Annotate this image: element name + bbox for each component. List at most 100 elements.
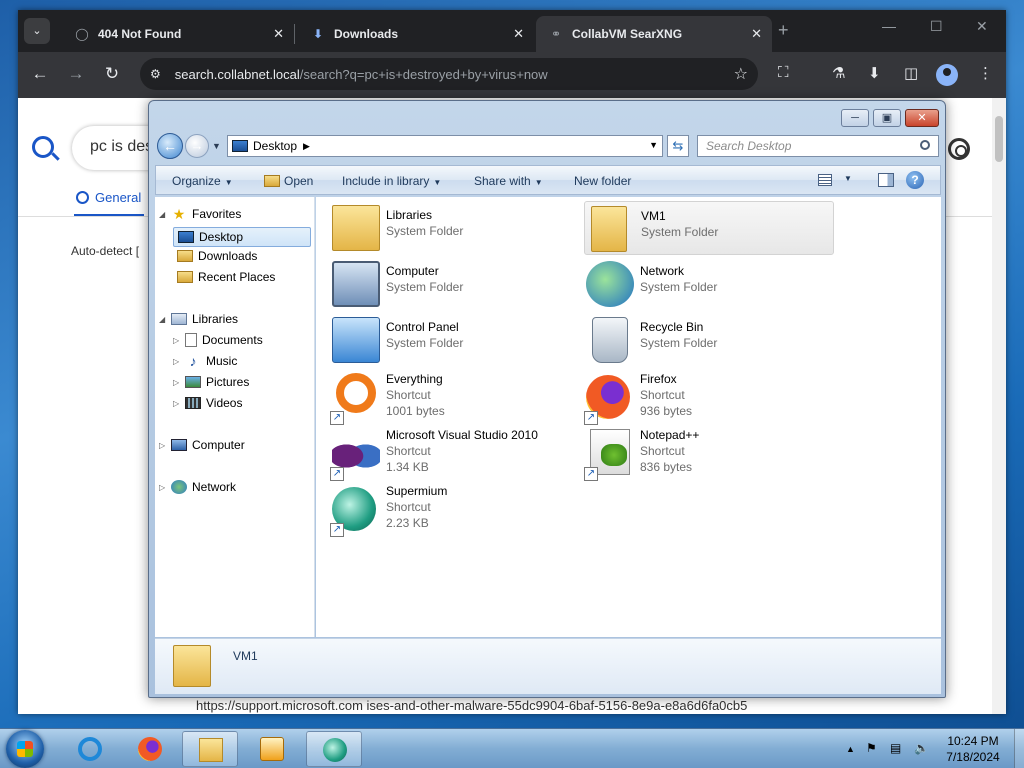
new-tab-icon[interactable]: + [778, 20, 789, 41]
tab-searxng[interactable]: ⚭ CollabVM SearXNG ✕ [536, 16, 772, 52]
back-arrow-icon[interactable]: ← [28, 64, 52, 84]
extensions-icon[interactable]: ⛶ [778, 64, 789, 81]
expand-arrow-icon[interactable]: ▷ [173, 378, 183, 387]
address-bar[interactable]: Desktop ▶ ▼ [227, 135, 663, 157]
scrollbar-thumb[interactable] [995, 116, 1003, 162]
nav-music[interactable]: ▷ ♪ Music [173, 354, 237, 368]
bookmark-star-icon[interactable]: ☆ [734, 64, 748, 84]
change-view-icon[interactable] [818, 174, 832, 186]
menu-kebab-icon[interactable]: ⋮ [978, 64, 993, 82]
nav-network[interactable]: ▷ Network [159, 480, 236, 494]
labs-flask-icon[interactable]: ⚗ [832, 64, 845, 82]
nav-videos[interactable]: ▷ Videos [173, 396, 242, 410]
result-url[interactable]: https://support.microsoft.com ises-and-o… [196, 698, 747, 713]
settings-gear-icon[interactable] [948, 138, 970, 160]
breadcrumb-arrow-icon[interactable]: ▶ [303, 141, 310, 152]
address-bar[interactable]: ⚙ search.collabnet.local /search?q=pc+is… [140, 58, 758, 90]
nav-favorites[interactable]: ◢ ★ Favorites [159, 207, 241, 221]
nav-libraries[interactable]: ◢ Libraries [159, 312, 238, 326]
search-icon[interactable] [32, 136, 54, 158]
nav-recent-places[interactable]: Recent Places [177, 270, 275, 284]
vertical-scrollbar[interactable] [992, 98, 1006, 714]
recent-pages-dropdown-icon[interactable]: ▼ [212, 141, 221, 151]
language-autodetect[interactable]: Auto-detect [ [71, 244, 139, 258]
expand-arrow-icon[interactable]: ▷ [173, 357, 183, 366]
item-control-panel[interactable]: Control Panel System Folder [330, 313, 580, 367]
show-hidden-icons-icon[interactable]: ▲ [846, 744, 855, 754]
side-panel-icon[interactable]: ◫ [904, 64, 918, 82]
expand-arrow-icon[interactable]: ▷ [173, 336, 183, 345]
item-everything[interactable]: ↗ Everything Shortcut 1001 bytes [330, 369, 580, 425]
forward-arrow-icon[interactable]: → [185, 134, 209, 158]
videos-icon [185, 397, 201, 409]
taskbar-media-player[interactable] [244, 731, 300, 767]
item-libraries[interactable]: Libraries System Folder [330, 201, 580, 255]
open-button[interactable]: Open [264, 174, 313, 188]
nav-pictures[interactable]: ▷ Pictures [173, 375, 249, 389]
start-button[interactable] [6, 730, 44, 768]
show-desktop-button[interactable] [1014, 729, 1024, 768]
address-dropdown-icon[interactable]: ▼ [649, 140, 658, 150]
expand-arrow-icon[interactable]: ▷ [159, 441, 169, 450]
help-icon[interactable]: ? [906, 171, 924, 189]
close-window-icon[interactable]: ✕ [976, 18, 988, 35]
tab-close-icon[interactable]: ✕ [273, 26, 284, 42]
network-tray-icon[interactable]: ▤ [890, 741, 901, 755]
taskbar-firefox[interactable] [122, 731, 178, 767]
tab-close-icon[interactable]: ✕ [751, 26, 762, 42]
nav-downloads[interactable]: Downloads [177, 249, 257, 263]
site-info-icon[interactable]: ⚙ [150, 67, 161, 81]
search-desktop-input[interactable]: Search Desktop [697, 135, 939, 157]
taskbar-internet-explorer[interactable] [62, 731, 118, 767]
downloads-icon[interactable]: ⬇ [868, 64, 881, 82]
back-arrow-icon[interactable]: ← [157, 133, 183, 159]
expand-arrow-icon[interactable]: ▷ [173, 399, 183, 408]
taskbar-explorer[interactable] [182, 731, 238, 767]
expand-arrow-icon[interactable]: ◢ [159, 210, 169, 219]
minimize-icon[interactable]: — [882, 18, 896, 34]
maximize-icon[interactable]: ☐ [930, 18, 943, 35]
item-network[interactable]: Network System Folder [584, 257, 834, 311]
nav-label: Network [192, 480, 237, 494]
item-vm1[interactable]: VM1 System Folder [584, 201, 834, 255]
organize-button[interactable]: Organize ▼ [172, 174, 233, 188]
forward-arrow-icon[interactable]: → [64, 64, 88, 84]
action-center-flag-icon[interactable]: ⚑ [866, 741, 877, 755]
reload-icon[interactable]: ↻ [100, 64, 124, 84]
tab-search-chevron-icon[interactable]: ⌄ [24, 18, 50, 44]
close-icon[interactable]: ✕ [905, 109, 939, 127]
computer-icon [171, 439, 187, 451]
item-firefox[interactable]: ↗ Firefox Shortcut 936 bytes [584, 369, 834, 425]
item-type: System Folder [386, 280, 464, 294]
share-with-button[interactable]: Share with ▼ [474, 174, 543, 188]
minimize-icon[interactable]: ─ [841, 109, 869, 127]
new-folder-button[interactable]: New folder [574, 174, 631, 188]
maximize-icon[interactable]: ▣ [873, 109, 901, 127]
item-computer[interactable]: Computer System Folder [330, 257, 580, 311]
preview-pane-icon[interactable] [878, 173, 894, 187]
item-name: Recycle Bin [640, 320, 704, 334]
volume-muted-icon[interactable]: 🔈 [914, 741, 929, 755]
item-notepad-plus-plus[interactable]: ↗ Notepad++ Shortcut 836 bytes [584, 425, 834, 481]
profile-avatar-icon[interactable] [936, 64, 958, 86]
nav-computer[interactable]: ▷ Computer [159, 438, 245, 452]
tab-close-icon[interactable]: ✕ [513, 26, 524, 42]
item-supermium[interactable]: ↗ Supermium Shortcut 2.23 KB [330, 481, 580, 537]
system-clock[interactable]: 10:24 PM 7/18/2024 [938, 733, 1008, 765]
shortcut-arrow-icon: ↗ [584, 467, 598, 481]
nav-desktop[interactable]: Desktop [173, 227, 311, 247]
view-dropdown-icon[interactable]: ▼ [844, 174, 852, 183]
music-note-icon: ♪ [189, 353, 197, 369]
tab-downloads[interactable]: ⬇ Downloads ✕ [298, 16, 534, 52]
tab-general[interactable]: General [76, 190, 141, 205]
nav-documents[interactable]: ▷ Documents [173, 333, 263, 347]
include-in-library-button[interactable]: Include in library ▼ [342, 174, 441, 188]
item-visual-studio[interactable]: ↗ Microsoft Visual Studio 2010 Shortcut … [330, 425, 580, 481]
item-type: Shortcut [386, 500, 431, 514]
tab-404[interactable]: ◯ 404 Not Found ✕ [62, 16, 294, 52]
expand-arrow-icon[interactable]: ▷ [159, 483, 169, 492]
item-recycle-bin[interactable]: Recycle Bin System Folder [584, 313, 834, 367]
taskbar-supermium[interactable] [306, 731, 362, 767]
refresh-icon[interactable]: ⇆ [667, 135, 689, 157]
expand-arrow-icon[interactable]: ◢ [159, 315, 169, 324]
